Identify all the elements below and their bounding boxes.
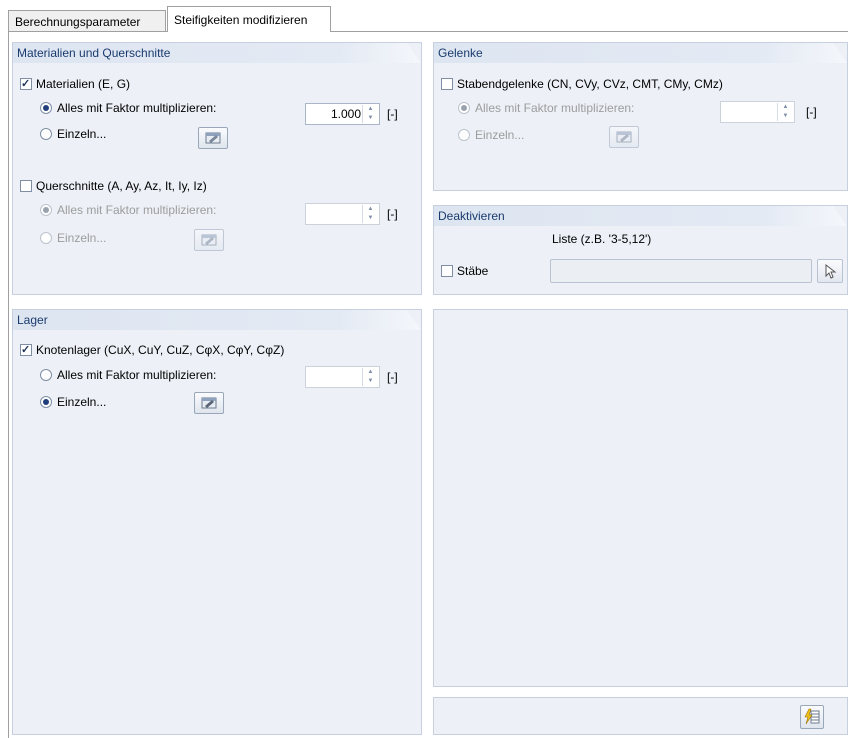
- cross-sections-single-radio-row[interactable]: Einzeln...: [40, 231, 106, 245]
- lightning-table-icon: [804, 708, 820, 725]
- members-list-input[interactable]: [550, 259, 812, 283]
- materials-checkbox-row[interactable]: Materialien (E, G): [20, 77, 130, 91]
- cross-sections-single-label: Einzeln...: [57, 231, 107, 245]
- supports-panel-title: Lager: [13, 310, 421, 330]
- cross-sections-multiply-radio-row[interactable]: Alles mit Faktor multiplizieren:: [40, 203, 216, 217]
- materials-multiply-radio[interactable]: [40, 102, 52, 114]
- cross-sections-edit-button[interactable]: [194, 229, 224, 251]
- list-header: Liste (z.B. '3-5,12'): [552, 232, 652, 246]
- spin-up-icon[interactable]: ▲: [778, 103, 793, 112]
- pick-members-button[interactable]: [817, 259, 843, 283]
- materials-multiply-label: Alles mit Faktor multiplizieren:: [57, 101, 217, 115]
- hinges-factor-unit: [-]: [806, 105, 817, 119]
- joints-panel-title: Gelenke: [434, 43, 847, 63]
- hinges-single-label: Einzeln...: [475, 128, 525, 142]
- edit-table-icon: [201, 397, 217, 409]
- deactivate-panel-title: Deaktivieren: [434, 206, 847, 226]
- materials-multiply-radio-row[interactable]: Alles mit Faktor multiplizieren:: [40, 101, 216, 115]
- nodal-supports-checkbox-row[interactable]: Knotenlager (CuX, CuY, CuZ, CφX, CφY, Cφ…: [20, 343, 284, 357]
- info-panel: [433, 309, 848, 687]
- edit-table-icon: [201, 234, 217, 246]
- member-hinges-label: Stabendgelenke (CN, CVy, CVz, CMT, CMy, …: [457, 77, 723, 91]
- cross-sections-single-radio[interactable]: [40, 232, 52, 244]
- deactivate-panel: Deaktivieren Liste (z.B. '3-5,12') Stäbe: [433, 205, 848, 295]
- materials-panel-title: Materialien und Querschnitte: [13, 43, 421, 63]
- nodal-multiply-label: Alles mit Faktor multiplizieren:: [57, 368, 217, 382]
- hinges-single-radio-row[interactable]: Einzeln...: [458, 128, 524, 142]
- spin-down-icon[interactable]: ▼: [363, 114, 378, 123]
- materials-label: Materialien (E, G): [36, 77, 131, 91]
- materials-single-label: Einzeln...: [57, 127, 107, 141]
- hinges-multiply-radio[interactable]: [458, 102, 470, 114]
- cross-sections-checkbox[interactable]: [20, 180, 32, 192]
- nodal-factor-spinner[interactable]: ▲ ▼: [305, 366, 380, 388]
- spin-down-icon[interactable]: ▼: [363, 377, 378, 386]
- nodal-edit-button[interactable]: [194, 392, 224, 414]
- cross-sections-multiply-radio[interactable]: [40, 204, 52, 216]
- hinges-factor-arrows[interactable]: ▲ ▼: [777, 103, 793, 121]
- cross-sections-label: Querschnitte (A, Ay, Az, It, Iy, Iz): [36, 179, 207, 193]
- member-hinges-checkbox-row[interactable]: Stabendgelenke (CN, CVy, CVz, CMT, CMy, …: [441, 77, 723, 91]
- members-checkbox-row[interactable]: Stäbe: [441, 264, 488, 278]
- spin-down-icon[interactable]: ▼: [778, 112, 793, 121]
- supports-panel: Lager Knotenlager (CuX, CuY, CuZ, CφX, C…: [12, 309, 422, 735]
- edit-table-icon: [616, 131, 632, 143]
- spin-up-icon[interactable]: ▲: [363, 368, 378, 377]
- hinges-factor-spinner[interactable]: ▲ ▼: [720, 101, 795, 123]
- hinges-edit-button[interactable]: [609, 126, 639, 148]
- edit-table-icon: [205, 132, 221, 144]
- cross-sections-factor-arrows[interactable]: ▲ ▼: [362, 205, 378, 223]
- pick-from-graphic-icon: [825, 263, 837, 279]
- nodal-supports-checkbox[interactable]: [20, 344, 32, 356]
- materials-checkbox[interactable]: [20, 78, 32, 90]
- nodal-factor-unit: [-]: [387, 370, 398, 384]
- materials-factor-arrows[interactable]: ▲ ▼: [362, 105, 378, 123]
- bottom-toolbar: [433, 697, 848, 735]
- cross-sections-checkbox-row[interactable]: Querschnitte (A, Ay, Az, It, Iy, Iz): [20, 179, 207, 193]
- hinges-multiply-label: Alles mit Faktor multiplizieren:: [475, 101, 635, 115]
- nodal-supports-label: Knotenlager (CuX, CuY, CuZ, CφX, CφY, Cφ…: [36, 343, 285, 357]
- members-checkbox[interactable]: [441, 265, 453, 277]
- nodal-factor-arrows[interactable]: ▲ ▼: [362, 368, 378, 386]
- member-hinges-checkbox[interactable]: [441, 78, 453, 90]
- materials-factor-unit: [-]: [387, 107, 398, 121]
- materials-factor-value: 1.000: [330, 107, 361, 121]
- materials-edit-button[interactable]: [198, 127, 228, 149]
- materials-single-radio[interactable]: [40, 128, 52, 140]
- calculate-button[interactable]: [800, 705, 824, 729]
- spin-up-icon[interactable]: ▲: [363, 205, 378, 214]
- hinges-multiply-radio-row[interactable]: Alles mit Faktor multiplizieren:: [458, 101, 634, 115]
- tab-bar: Berechnungsparameter Steifigkeiten modif…: [0, 0, 848, 32]
- materials-factor-spinner[interactable]: 1.000 ▲ ▼: [305, 103, 380, 125]
- cross-sections-multiply-label: Alles mit Faktor multiplizieren:: [57, 203, 217, 217]
- nodal-single-radio[interactable]: [40, 396, 52, 408]
- nodal-single-radio-row[interactable]: Einzeln...: [40, 395, 106, 409]
- nodal-multiply-radio[interactable]: [40, 369, 52, 381]
- spin-up-icon[interactable]: ▲: [363, 105, 378, 114]
- nodal-single-label: Einzeln...: [57, 395, 107, 409]
- members-label: Stäbe: [457, 264, 489, 278]
- joints-panel: Gelenke Stabendgelenke (CN, CVy, CVz, CM…: [433, 42, 848, 191]
- materials-panel: Materialien und Querschnitte Materialien…: [12, 42, 422, 295]
- cross-sections-factor-spinner[interactable]: ▲ ▼: [305, 203, 380, 225]
- cross-sections-factor-unit: [-]: [387, 207, 398, 221]
- hinges-single-radio[interactable]: [458, 129, 470, 141]
- tab-berechnungsparameter[interactable]: Berechnungsparameter: [8, 10, 166, 32]
- tab-steifigkeiten-modifizieren[interactable]: Steifigkeiten modifizieren: [167, 6, 331, 32]
- spin-down-icon[interactable]: ▼: [363, 214, 378, 223]
- materials-single-radio-row[interactable]: Einzeln...: [40, 127, 106, 141]
- nodal-multiply-radio-row[interactable]: Alles mit Faktor multiplizieren:: [40, 368, 216, 382]
